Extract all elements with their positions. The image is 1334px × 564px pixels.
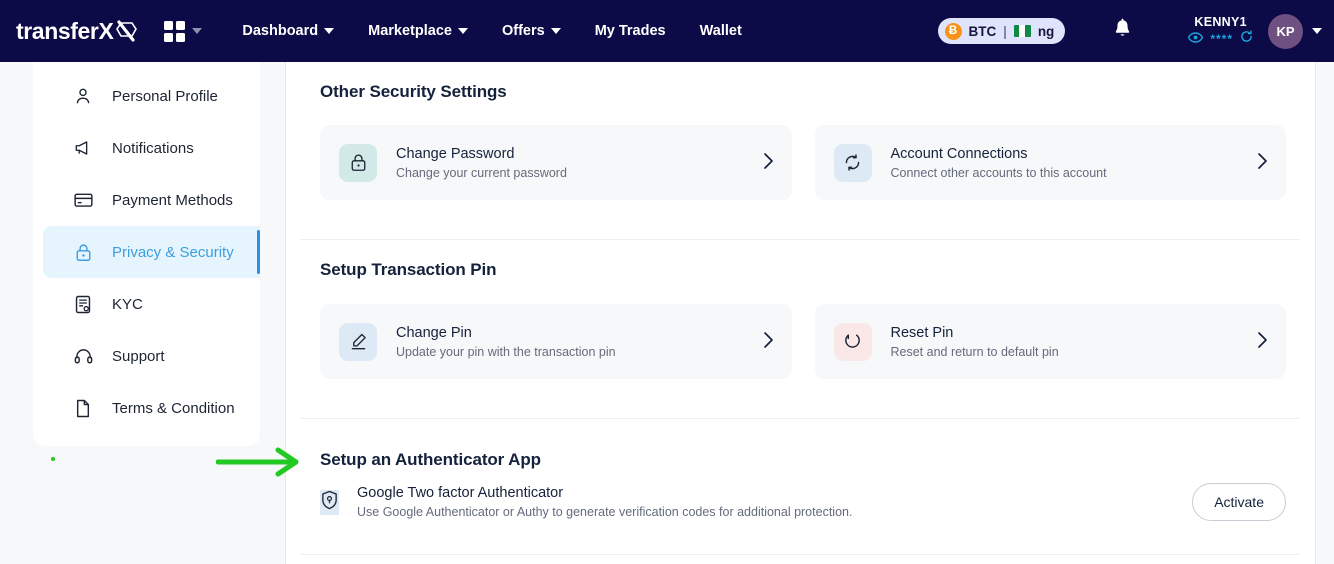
chevron-down-icon (550, 28, 561, 34)
chevron-down-icon (457, 28, 468, 34)
apps-grid-button[interactable] (164, 20, 203, 42)
sync-circular-arrows-icon (833, 143, 872, 182)
nav-item-marketplace[interactable]: Marketplace (368, 23, 468, 39)
authenticator-title: Google Two factor Authenticator (357, 485, 564, 501)
section-title-other-security: Other Security Settings (320, 82, 507, 101)
crypto-label: BTC (968, 23, 997, 39)
card-account-connections[interactable]: Account Connections Connect other accoun… (814, 125, 1286, 200)
grid-apps-icon (164, 20, 186, 42)
pill-divider: | (1003, 23, 1007, 39)
activate-button[interactable]: Activate (1192, 483, 1286, 521)
card-reset-pin[interactable]: Reset Pin Reset and return to default pi… (814, 304, 1286, 379)
country-label: ng (1037, 23, 1055, 39)
sidebar-item-label: Notifications (112, 139, 194, 157)
reset-undo-arrow-icon (833, 322, 872, 361)
divider-3 (300, 554, 1300, 555)
balance-row: **** (1188, 29, 1253, 48)
lock-icon (73, 243, 93, 262)
authenticator-row: Google Two factor Authenticator Use Goog… (320, 483, 1286, 521)
main-nav: Dashboard Marketplace Offers My Trades W… (242, 23, 741, 39)
sidebar-item-privacy-security[interactable]: Privacy & Security (43, 226, 260, 278)
sidebar-item-label: Terms & Condition (112, 399, 235, 417)
header-right-cluster: Ƀ BTC | ng KENNY1 **** KP (937, 13, 1334, 49)
eye-visibility-icon[interactable] (1188, 30, 1204, 48)
nav-label: Dashboard (242, 23, 319, 39)
card-title: Reset Pin (890, 324, 954, 341)
pencil-edit-icon (339, 322, 377, 361)
headset-icon (73, 348, 93, 365)
green-pointer-arrow-icon (215, 446, 302, 483)
chevron-down-icon (192, 28, 203, 34)
padlock-icon (339, 143, 377, 182)
sidebar-item-support[interactable]: Support (43, 330, 260, 382)
top-navigation-bar: transferX Dashboard Marketplace Offers M… (0, 0, 1334, 62)
settings-sidebar: Personal Profile Notifications Payment M… (33, 62, 260, 446)
divider-1 (300, 239, 1300, 240)
sidebar-item-payment-methods[interactable]: Payment Methods (43, 174, 260, 226)
bitcoin-icon: Ƀ (944, 22, 962, 40)
card-subtitle: Reset and return to default pin (890, 344, 1059, 359)
sidebar-item-label: Payment Methods (112, 191, 233, 209)
sidebar-item-kyc[interactable]: KYC (43, 278, 260, 330)
sidebar-item-label: Privacy & Security (112, 243, 234, 261)
chevron-right-icon (1257, 152, 1268, 174)
scrollbar-track[interactable] (1315, 62, 1316, 564)
page-body: Personal Profile Notifications Payment M… (0, 62, 1334, 564)
card-change-password[interactable]: Change Password Change your current pass… (320, 125, 792, 200)
user-balance-block: KENNY1 **** (1188, 15, 1253, 48)
authenticator-subtitle: Use Google Authenticator or Authy to gen… (357, 505, 853, 519)
nav-label: Offers (501, 23, 545, 39)
card-subtitle: Update your pin with the transaction pin (396, 344, 616, 359)
pin-cards-row: Change Pin Update your pin with the tran… (320, 304, 1286, 379)
sidebar-item-notifications[interactable]: Notifications (43, 122, 260, 174)
megaphone-icon (73, 139, 93, 157)
file-icon (73, 399, 93, 418)
divider-2 (300, 418, 1300, 419)
sidebar-item-label: Personal Profile (112, 87, 218, 105)
credit-card-icon (73, 192, 93, 208)
sidebar-item-personal-profile[interactable]: Personal Profile (43, 70, 260, 122)
masked-balance: **** (1210, 31, 1233, 46)
notification-bell-icon[interactable] (1113, 18, 1132, 44)
nav-item-offers[interactable]: Offers (502, 23, 561, 39)
section-title-transaction-pin: Setup Transaction Pin (320, 260, 497, 279)
refresh-icon[interactable] (1240, 29, 1253, 48)
chevron-right-icon (1257, 331, 1268, 353)
nav-item-wallet[interactable]: Wallet (700, 23, 742, 39)
card-subtitle: Connect other accounts to this account (890, 165, 1107, 180)
document-id-icon (73, 295, 93, 314)
chevron-down-icon[interactable] (1312, 28, 1322, 34)
brand-name: transferX (16, 17, 114, 44)
card-subtitle: Change your current password (396, 165, 567, 180)
nav-label: Marketplace (368, 23, 452, 39)
card-title: Account Connections (890, 145, 1028, 162)
chevron-right-icon (763, 152, 774, 174)
section-title-authenticator: Setup an Authenticator App (320, 450, 541, 469)
user-icon (73, 87, 93, 105)
nav-label: My Trades (594, 23, 666, 39)
avatar[interactable]: KP (1268, 13, 1303, 49)
annotation-dot (51, 457, 55, 461)
chevron-down-icon (324, 28, 335, 34)
nav-item-my-trades[interactable]: My Trades (595, 23, 666, 39)
shield-keyhole-icon (320, 489, 339, 515)
security-cards-row: Change Password Change your current pass… (320, 125, 1286, 200)
sidebar-item-label: KYC (112, 295, 143, 313)
nav-label: Wallet (699, 23, 742, 39)
card-title: Change Pin (396, 324, 472, 341)
sidebar-item-label: Support (112, 347, 165, 365)
chevron-right-icon (763, 331, 774, 353)
x-hex-logo-icon (111, 18, 138, 44)
card-change-pin[interactable]: Change Pin Update your pin with the tran… (320, 304, 792, 379)
card-title: Change Password (396, 145, 515, 162)
sidebar-item-terms-condition[interactable]: Terms & Condition (43, 382, 260, 434)
settings-content: Other Security Settings Change Password … (286, 62, 1316, 564)
nav-item-dashboard[interactable]: Dashboard (242, 23, 335, 39)
nigeria-flag-icon (1013, 25, 1031, 37)
username-label: KENNY1 (1194, 14, 1247, 29)
currency-pair-selector[interactable]: Ƀ BTC | ng (937, 18, 1066, 44)
brand-logo[interactable]: transferX (16, 17, 138, 45)
